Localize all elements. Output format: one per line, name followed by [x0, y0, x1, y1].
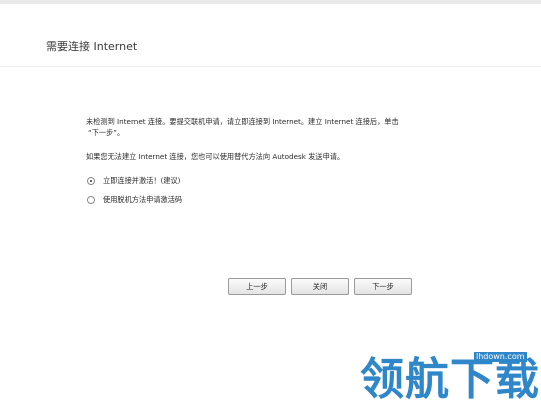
message-line-1: 未检测到 Internet 连接。要提交联机申请，请立即连接到 Internet… — [86, 117, 399, 126]
option-offline-request-label: 使用脱机方法申请激活码 — [103, 195, 183, 204]
dialog-title: 需要连接 Internet — [46, 40, 138, 53]
next-button[interactable]: 下一步 — [354, 278, 412, 295]
radio-unselected-icon[interactable] — [87, 196, 95, 204]
message-line-1-continued: “下一步”。 — [88, 128, 125, 137]
dialog-header: 需要连接 Internet — [0, 4, 541, 67]
watermark-url: lhdown.com — [474, 352, 527, 362]
close-button[interactable]: 关闭 — [291, 278, 349, 295]
radio-selected-icon[interactable] — [87, 177, 95, 185]
message-line-2: 如果您无法建立 Internet 连接，您也可以使用替代方法向 Autodesk… — [86, 152, 345, 161]
option-connect-activate-label: 立即连接并激活！(建议) — [103, 176, 181, 185]
option-connect-activate[interactable]: 立即连接并激活！(建议) — [87, 174, 180, 188]
option-offline-request[interactable]: 使用脱机方法申请激活码 — [87, 193, 182, 207]
back-button[interactable]: 上一步 — [228, 278, 286, 295]
